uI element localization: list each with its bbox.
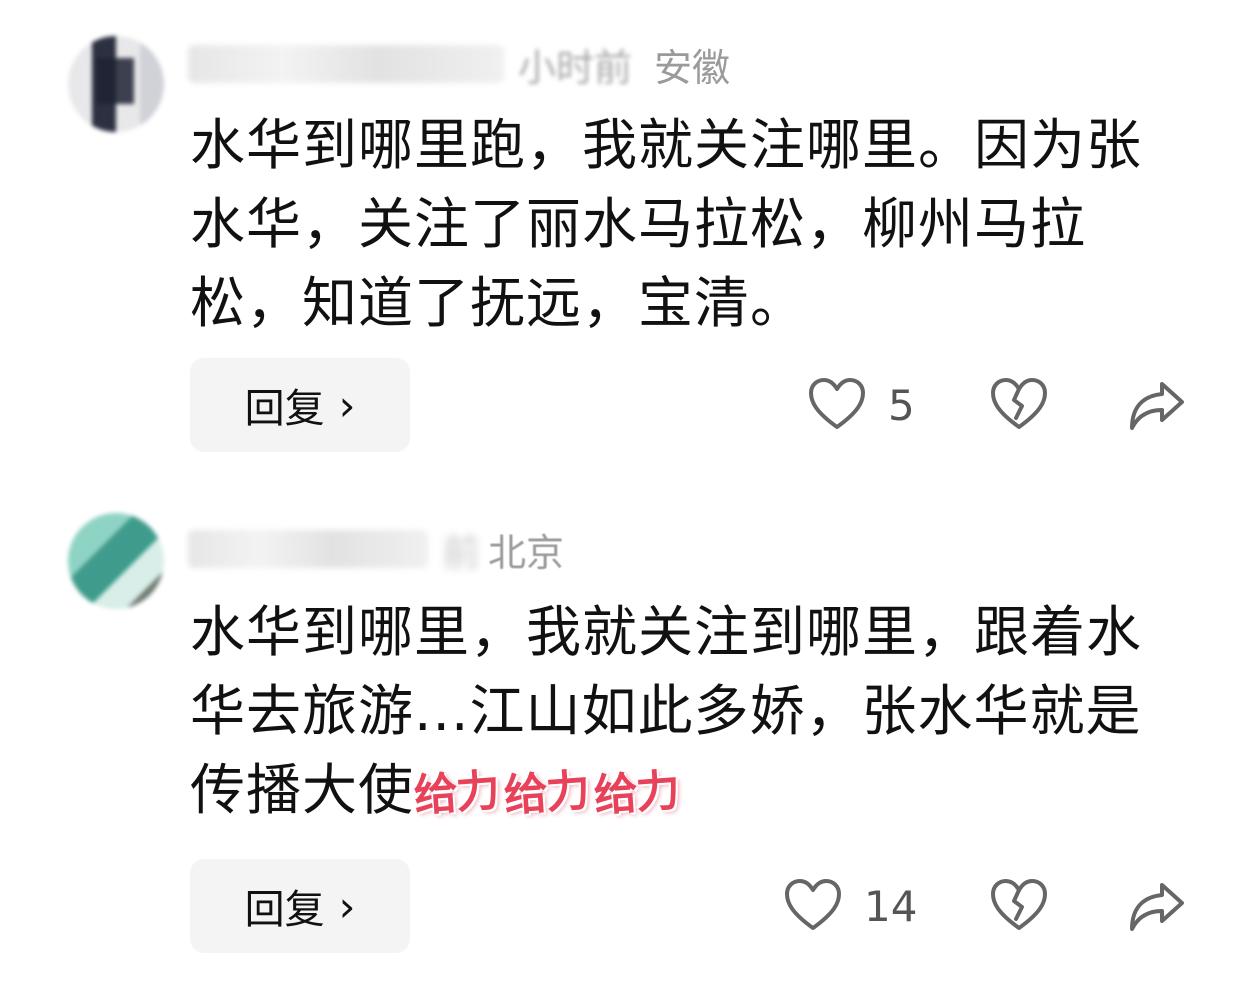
comment-time: 前 <box>442 530 481 575</box>
broken-heart-outline-icon <box>990 879 1048 933</box>
like-count: 5 <box>888 380 915 430</box>
avatar[interactable] <box>68 513 164 609</box>
like-count: 14 <box>864 881 918 931</box>
comment-location: 北京 <box>488 530 565 575</box>
author-name-redacted[interactable] <box>188 45 504 83</box>
share-arrow-icon <box>1128 879 1186 933</box>
dislike-button[interactable] <box>990 879 1048 933</box>
share-arrow-icon <box>1128 378 1186 432</box>
comment-item: 小时前 安徽 水华到哪里跑，我就关注哪里。因为张水华，关注了丽水马拉松，柳州马拉… <box>0 0 1256 470</box>
heart-outline-icon <box>784 879 842 933</box>
comment-text-body: 水华到哪里跑，我就关注哪里。因为张水华，关注了丽水马拉松，柳州马拉松，知道了抚远… <box>190 113 1143 335</box>
comment-location: 安徽 <box>654 45 731 90</box>
comment-text: 水华到哪里跑，我就关注哪里。因为张水华，关注了丽水马拉松，柳州马拉松，知道了抚远… <box>190 106 1158 343</box>
reply-button[interactable]: 回复 › <box>190 358 410 452</box>
broken-heart-outline-icon <box>990 378 1048 432</box>
dislike-button[interactable] <box>990 378 1048 432</box>
sticker-emoji: 给力 <box>592 765 680 823</box>
reply-button[interactable]: 回复 › <box>190 859 410 953</box>
comment-meta: 前 北京 <box>188 521 564 577</box>
comment-meta: 小时前 安徽 <box>188 36 730 92</box>
reply-label: 回复 <box>244 386 325 432</box>
comment-item: 前 北京 水华到哪里，我就关注到哪里，跟着水华去旅游...江山如此多娇，张水华就… <box>0 495 1256 991</box>
heart-outline-icon <box>808 378 866 432</box>
reply-label: 回复 <box>244 887 325 933</box>
comment-time: 小时前 <box>518 45 633 90</box>
sticker-emoji: 给力 <box>502 765 590 823</box>
avatar[interactable] <box>68 36 164 132</box>
share-button[interactable] <box>1128 378 1186 432</box>
like-button[interactable]: 5 <box>808 378 915 432</box>
like-button[interactable]: 14 <box>784 879 917 933</box>
share-button[interactable] <box>1128 879 1186 933</box>
chevron-right-icon: › <box>338 380 356 430</box>
sticker-emoji: 给力 <box>412 765 500 823</box>
author-name-redacted[interactable] <box>188 530 428 568</box>
comment-text: 水华到哪里，我就关注到哪里，跟着水华去旅游...江山如此多娇，张水华就是传播大使… <box>190 593 1158 833</box>
chevron-right-icon: › <box>338 881 356 931</box>
